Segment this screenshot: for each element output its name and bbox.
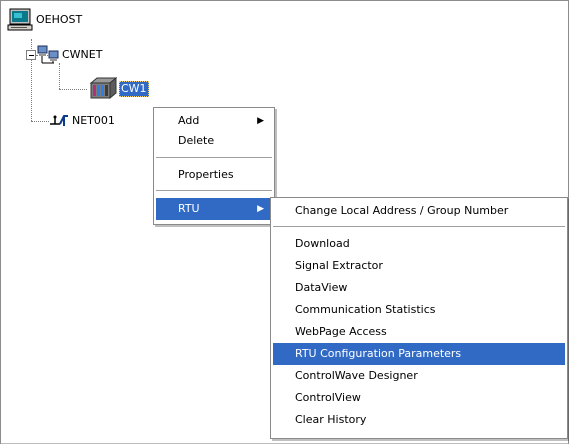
context-menu: Add ▶ Delete Properties RTU ▶	[153, 107, 275, 225]
menu-item-label: Clear History	[295, 413, 367, 426]
submenu-arrow-icon: ▶	[257, 116, 264, 126]
menu-item-label: Delete	[178, 134, 215, 147]
menu-item-label: Add	[178, 114, 200, 127]
menu-item-label: Communication Statistics	[295, 303, 436, 316]
menu-item-add[interactable]: Add ▶	[156, 110, 272, 132]
menu-item-label: Signal Extractor	[295, 259, 383, 272]
menu-item-label: ControlWave Designer	[295, 369, 418, 382]
menu-item-properties[interactable]: Properties	[156, 164, 272, 186]
menu-item-label: Change Local Address / Group Number	[295, 204, 509, 217]
menu-item-label: WebPage Access	[295, 325, 387, 338]
tree-line	[59, 63, 60, 89]
submenu-arrow-icon: ▶	[257, 204, 264, 214]
tree-node-cw1[interactable]: CW1	[89, 77, 159, 99]
menu-item-delete[interactable]: Delete	[156, 130, 272, 152]
submenu-item-controlview[interactable]: ControlView	[273, 387, 565, 409]
submenu-item-rtu-configuration-parameters[interactable]: RTU Configuration Parameters	[273, 343, 565, 365]
tree-node-label: CWNET	[62, 48, 103, 61]
menu-item-label: RTU Configuration Parameters	[295, 347, 462, 360]
tree-line	[31, 121, 49, 122]
menu-separator	[273, 226, 565, 228]
menu-item-label: ControlView	[295, 391, 361, 404]
menu-separator	[156, 190, 272, 192]
menu-item-label: DataView	[295, 281, 348, 294]
tree-node-label: OEHOST	[36, 13, 83, 26]
tree-node-net001[interactable]: NET001	[49, 112, 149, 130]
network-computers-icon	[37, 45, 59, 64]
menu-item-label: RTU	[178, 202, 200, 215]
tree-node-label: NET001	[72, 114, 115, 127]
submenu-item-signal-extractor[interactable]: Signal Extractor	[273, 255, 565, 277]
menu-item-rtu[interactable]: RTU ▶	[156, 198, 272, 220]
submenu-item-webpage-access[interactable]: WebPage Access	[273, 321, 565, 343]
tree-view-panel: OEHOST CWNET CW1 NET001 Add ▶ Delete Pro…	[0, 0, 569, 444]
rtu-device-icon	[89, 77, 117, 99]
network-connection-icon	[50, 115, 68, 126]
menu-separator	[156, 157, 272, 159]
submenu-item-controlwave-designer[interactable]: ControlWave Designer	[273, 365, 565, 387]
menu-item-label: Download	[295, 237, 350, 250]
submenu-item-dataview[interactable]: DataView	[273, 277, 565, 299]
tree-node-cwnet[interactable]: CWNET	[37, 45, 137, 64]
collapse-toggle[interactable]	[26, 50, 36, 60]
submenu-item-clear-history[interactable]: Clear History	[273, 409, 565, 431]
submenu-item-communication-statistics[interactable]: Communication Statistics	[273, 299, 565, 321]
submenu-item-change-address[interactable]: Change Local Address / Group Number	[273, 200, 565, 222]
submenu-item-download[interactable]: Download	[273, 233, 565, 255]
computer-icon	[7, 8, 33, 31]
menu-item-label: Properties	[178, 168, 234, 181]
tree-node-oehost[interactable]: OEHOST	[7, 8, 127, 31]
tree-line	[59, 89, 87, 90]
rtu-submenu: Change Local Address / Group Number Down…	[270, 197, 568, 439]
tree-node-label: CW1	[119, 81, 149, 97]
